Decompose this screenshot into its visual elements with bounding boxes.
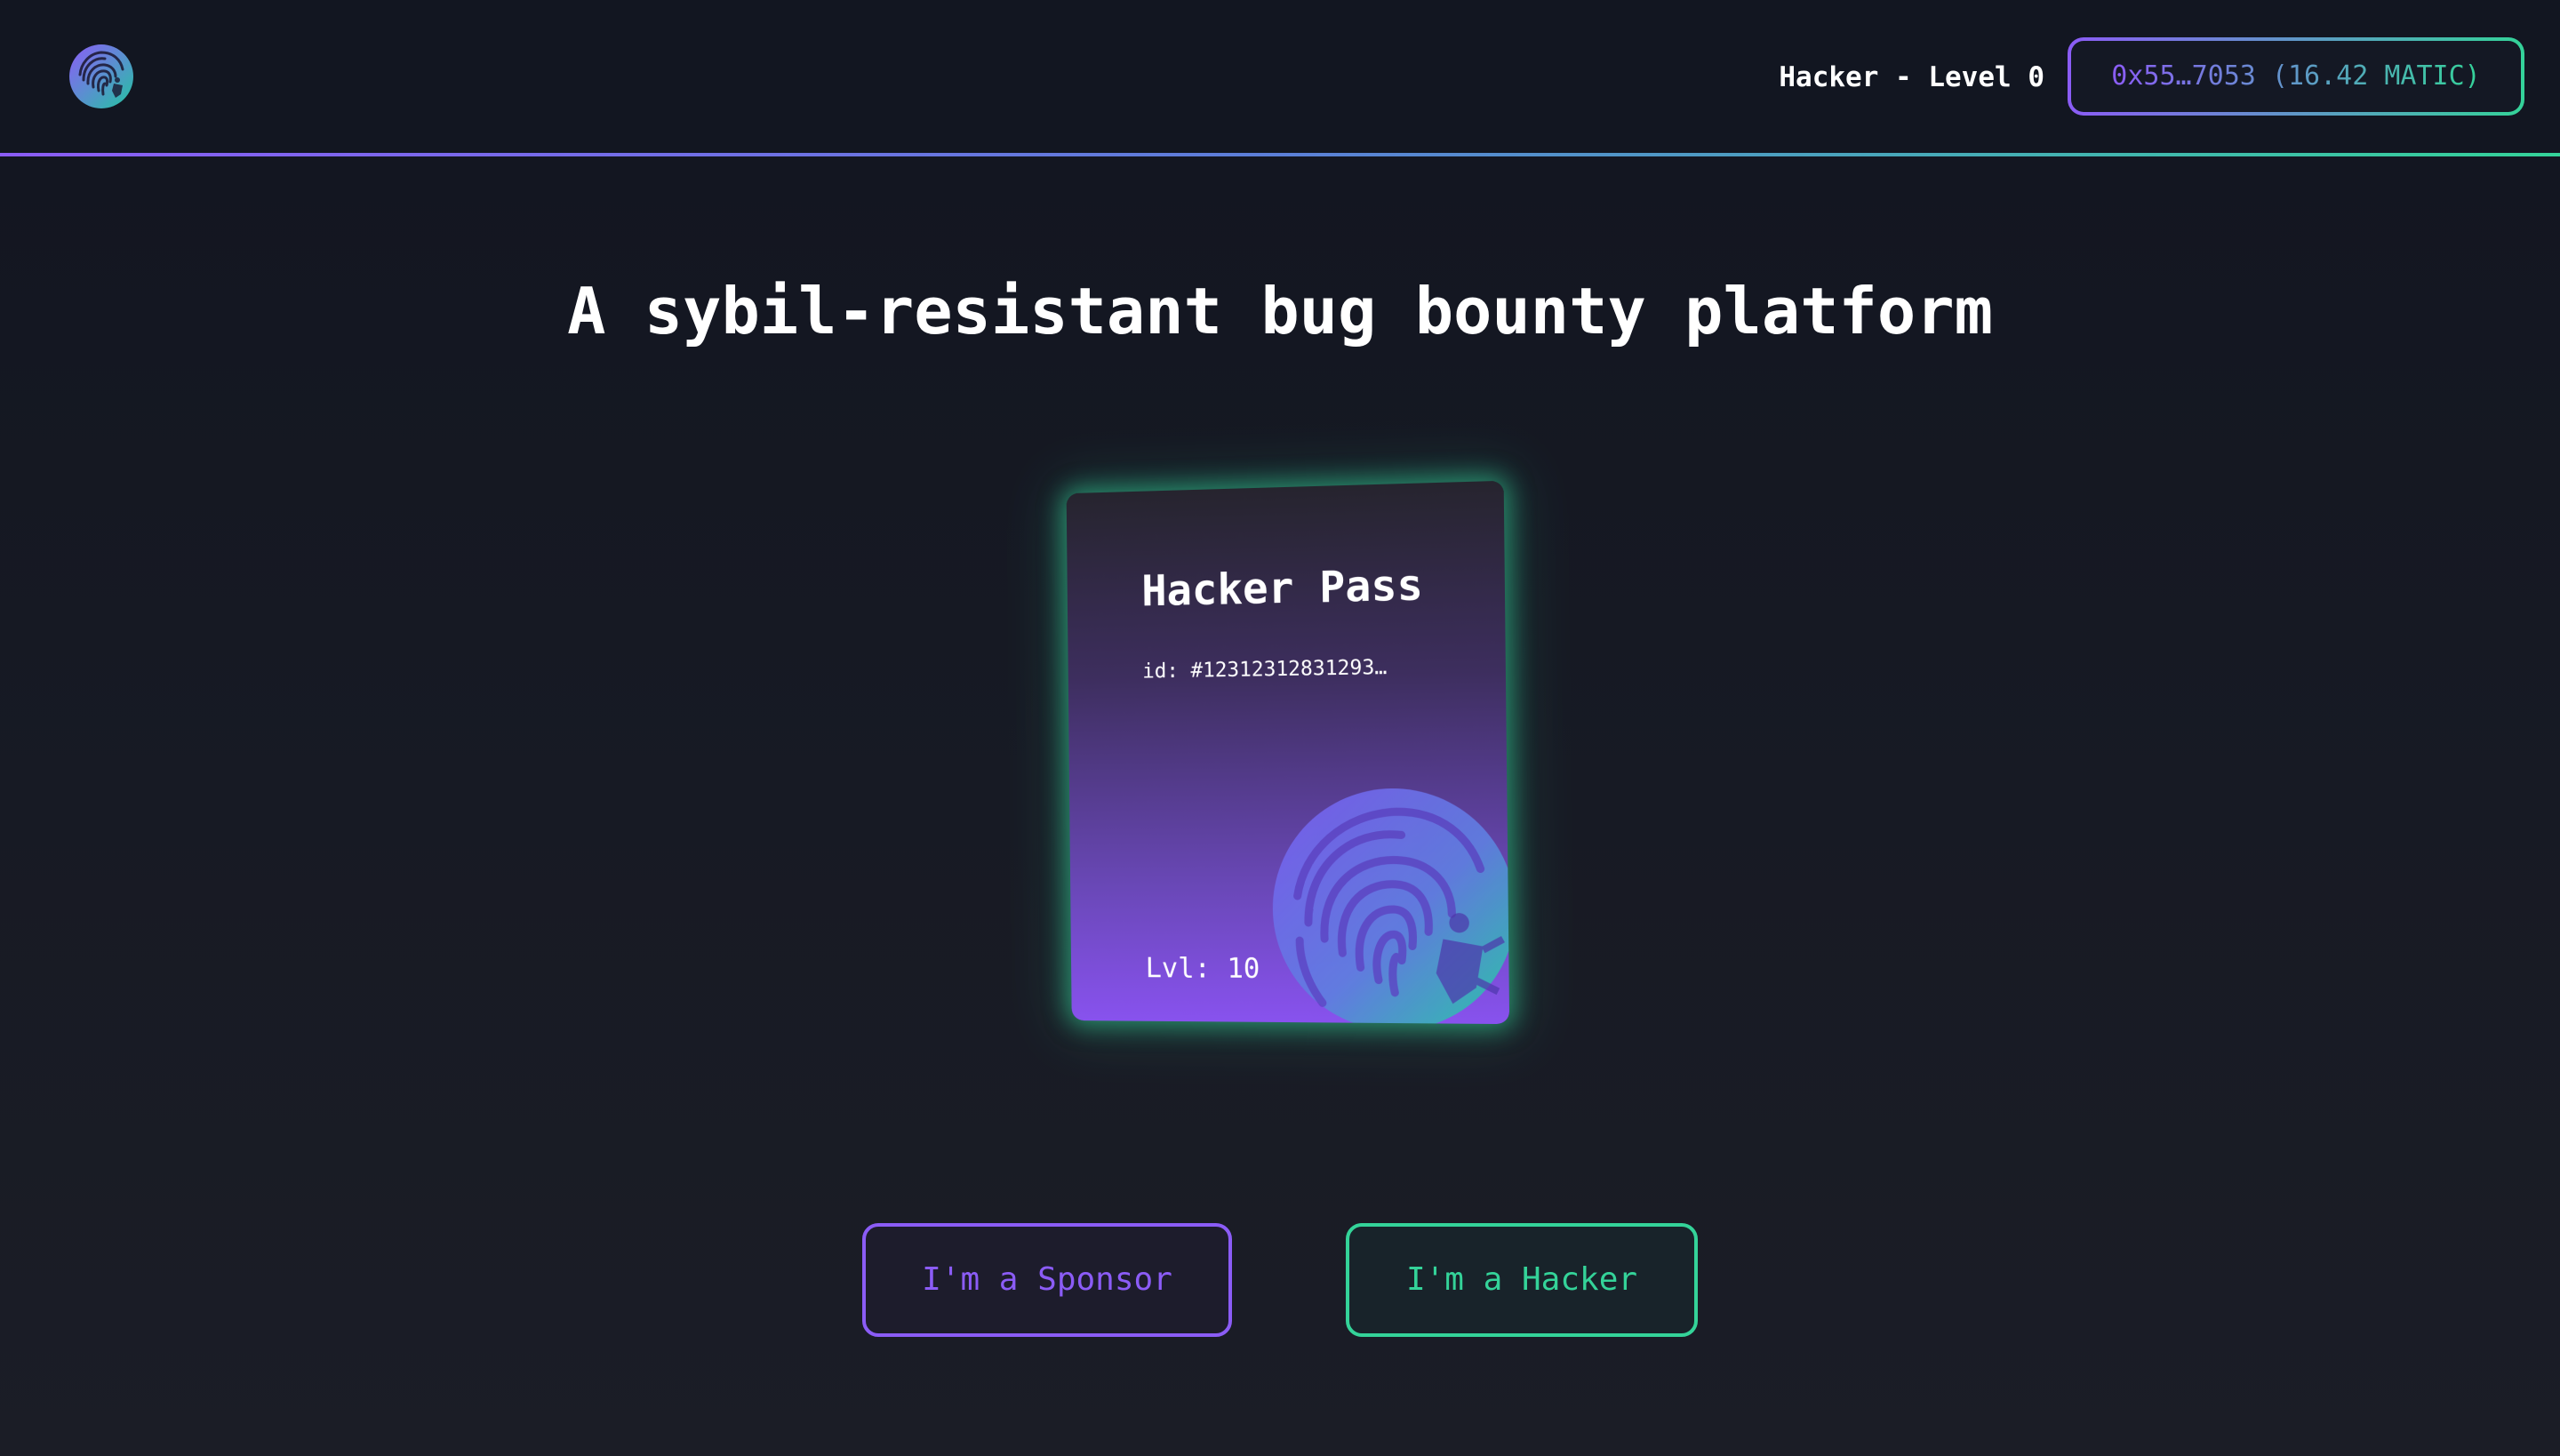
wallet-address-label: 0x55…7053 (16.42 MATIC) [2111, 60, 2481, 92]
hacker-pass-card: Hacker Pass id: #12312312831293… Lvl: 10 [1066, 480, 1510, 1025]
wallet-button[interactable]: 0x55…7053 (16.42 MATIC) [2068, 37, 2524, 116]
top-header: Hacker - Level 0 0x55…7053 (16.42 MATIC) [0, 0, 2560, 155]
fingerprint-icon [1271, 787, 1510, 1025]
pass-level: Lvl: 10 [1145, 952, 1260, 985]
user-level-label: Hacker - Level 0 [1779, 61, 2044, 93]
page-headline: A sybil-resistant bug bounty platform [567, 274, 1993, 348]
pass-id: id: #12312312831293… [1142, 655, 1388, 684]
sponsor-button[interactable]: I'm a Sponsor [862, 1223, 1232, 1337]
header-divider [0, 153, 2560, 156]
fingerprint-logo-icon[interactable] [69, 44, 133, 108]
pass-title: Hacker Pass [1141, 560, 1424, 617]
hacker-button[interactable]: I'm a Hacker [1346, 1223, 1698, 1337]
